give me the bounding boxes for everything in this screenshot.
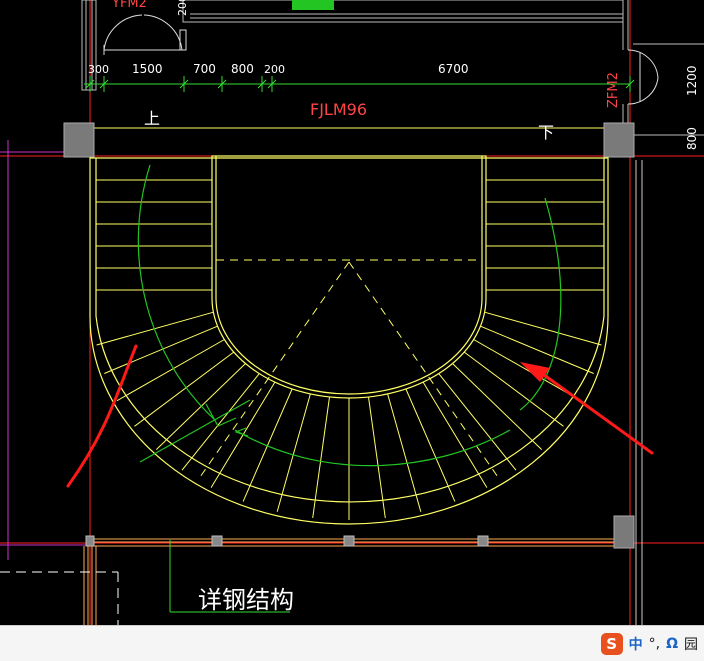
ime-symbol-icon[interactable]: Ω (666, 636, 678, 652)
dim-1500: 1500 (132, 62, 163, 76)
beam-plates (85, 535, 489, 547)
ime-toolbar[interactable]: S 中 °, Ω 园 (595, 632, 704, 656)
ime-more-icon[interactable]: 园 (684, 634, 698, 654)
dim-800: 800 (231, 62, 254, 76)
wall-dim-label: 200 (176, 0, 189, 16)
dim-700: 700 (193, 62, 216, 76)
stair-tread (484, 311, 602, 346)
stair-tread (368, 396, 386, 518)
ime-logo-icon[interactable]: S (600, 633, 623, 655)
dimension-labels-top: 300 1500 700 800 200 6700 (88, 62, 469, 76)
door-top-left (103, 14, 187, 55)
taskbar: S 中 °, Ω 园 (0, 625, 704, 661)
ime-language-toggle[interactable]: 中 (629, 634, 643, 654)
column-top-right (603, 122, 635, 158)
axis-lines (0, 0, 704, 625)
ime-punctuation-toggle[interactable]: °, (649, 636, 660, 652)
column-bottom-right (613, 515, 635, 549)
dim-6700: 6700 (438, 62, 469, 76)
stair-treads (96, 179, 604, 520)
note-label: 详钢结构 (198, 586, 294, 614)
stair-tread (312, 396, 330, 518)
dim-1200: 1200 (685, 65, 699, 96)
cad-drawing-canvas[interactable]: YFM2 200 ZFM2 300 1500 700 800 200 6700 … (0, 0, 704, 625)
stair-tread (116, 339, 225, 402)
dim-300: 300 (88, 63, 109, 76)
dashed-wall (0, 571, 119, 625)
stair-tread (104, 325, 218, 374)
column-top-left (63, 122, 95, 158)
top-walls (81, 0, 704, 136)
dimension-line-top (84, 76, 635, 92)
curtain-wall-label: FJLM96 (310, 100, 367, 119)
door-label-top: YFM2 (111, 0, 147, 11)
up-label: 上 (144, 109, 160, 128)
dimension-labels-right: 1200 800 (685, 65, 699, 150)
down-label: 下 (538, 123, 554, 142)
stair-tread (422, 381, 488, 488)
door-right (627, 49, 659, 105)
right-frame (635, 160, 643, 625)
green-fill-block (292, 0, 334, 10)
stair-tread (96, 311, 214, 346)
annotation-red-curve (66, 344, 138, 488)
dim-800-right: 800 (685, 127, 699, 150)
door-label-right: ZFM2 (606, 72, 621, 108)
dim-200: 200 (264, 63, 285, 76)
